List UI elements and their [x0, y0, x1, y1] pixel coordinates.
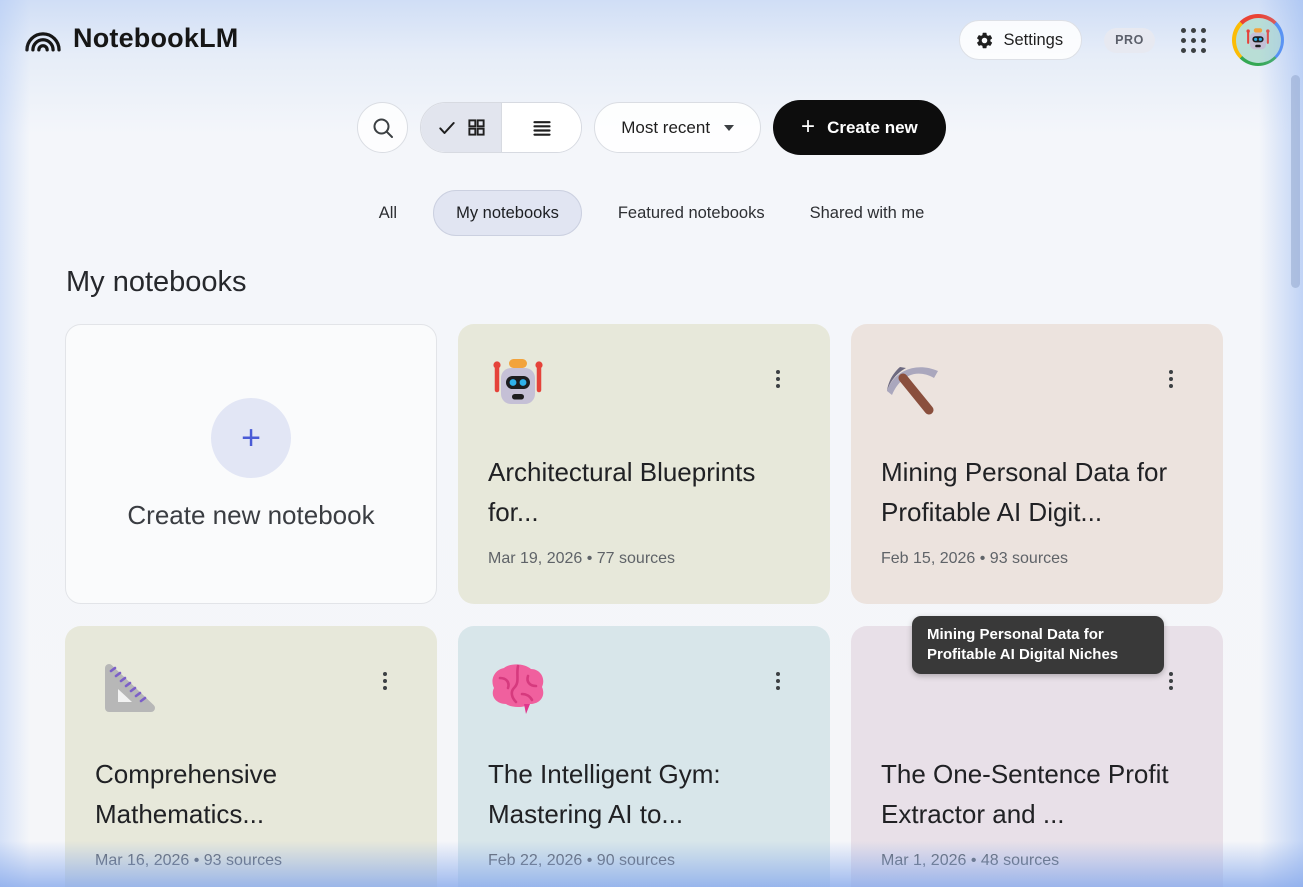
top-bar: NotebookLM Settings PRO — [0, 0, 1303, 80]
brain-icon — [486, 654, 550, 718]
more-options-icon[interactable] — [1161, 366, 1181, 392]
caret-down-icon — [724, 125, 734, 131]
list-view-icon — [532, 118, 552, 138]
sort-selected-value: Most recent — [621, 118, 710, 138]
notebook-title: Mining Personal Data for Profitable AI D… — [881, 452, 1197, 532]
notebook-title: The One-Sentence Profit Extractor and ..… — [881, 754, 1197, 834]
filter-tab-label: My notebooks — [456, 204, 559, 223]
notebook-card[interactable]: The Intelligent Gym: Mastering AI to... … — [458, 626, 830, 887]
view-toggle — [420, 102, 582, 153]
sort-dropdown[interactable]: Most recent — [594, 102, 761, 153]
create-new-label: Create new — [827, 118, 918, 138]
filter-tab-my-notebooks[interactable]: My notebooks — [433, 190, 582, 236]
brand[interactable]: NotebookLM — [24, 21, 238, 55]
notebook-meta: Mar 19, 2026 • 77 sources — [488, 550, 675, 568]
create-new-notebook-card[interactable]: + Create new notebook — [65, 324, 437, 604]
plus-circle: + — [211, 398, 291, 478]
create-notebook-label: Create new notebook — [127, 500, 374, 531]
app-title: NotebookLM — [73, 23, 238, 54]
filter-tab-shared-with-me[interactable]: Shared with me — [801, 190, 934, 236]
filter-tab-all[interactable]: All — [370, 190, 406, 236]
gear-icon — [975, 31, 994, 50]
scrollbar-thumb[interactable] — [1291, 75, 1300, 288]
triangle-ruler-icon — [93, 654, 157, 718]
section-title: My notebooks — [66, 266, 247, 299]
notebook-meta: Mar 1, 2026 • 48 sources — [881, 852, 1059, 870]
list-view-option[interactable] — [501, 103, 581, 152]
notebook-meta: Feb 15, 2026 • 93 sources — [881, 550, 1068, 568]
notebook-meta: Feb 22, 2026 • 90 sources — [488, 852, 675, 870]
grid-view-icon — [467, 118, 486, 137]
checkmark-icon — [437, 118, 457, 138]
grid-view-option[interactable] — [421, 103, 501, 152]
notebook-meta: Mar 16, 2026 • 93 sources — [95, 852, 282, 870]
create-new-button[interactable]: + Create new — [773, 100, 946, 155]
notebook-card[interactable]: Comprehensive Mathematics... Mar 16, 202… — [65, 626, 437, 887]
settings-label: Settings — [1003, 31, 1063, 50]
filter-tab-featured-notebooks[interactable]: Featured notebooks — [609, 190, 774, 236]
avatar[interactable] — [1232, 14, 1284, 66]
notebook-card[interactable]: Architectural Blueprints for... Mar 19, … — [458, 324, 830, 604]
notebook-title: The Intelligent Gym: Mastering AI to... — [488, 754, 804, 834]
toolbar: Most recent + Create new — [0, 100, 1303, 155]
more-options-icon[interactable] — [375, 668, 395, 694]
notebook-card[interactable]: Mining Personal Data for Profitable AI D… — [851, 324, 1223, 604]
settings-button[interactable]: Settings — [959, 20, 1082, 60]
notebooklm-logo-icon — [24, 21, 62, 55]
notebook-title: Comprehensive Mathematics... — [95, 754, 411, 834]
filter-tab-label: Featured notebooks — [618, 204, 765, 223]
filter-tab-label: Shared with me — [810, 204, 925, 223]
notebook-filter-tabs: All My notebooks Featured notebooks Shar… — [0, 190, 1303, 236]
filter-tab-label: All — [379, 204, 397, 223]
notebooks-grid: + Create new notebook Architectural Blue… — [65, 324, 1223, 887]
more-options-icon[interactable] — [1161, 668, 1181, 694]
notebook-title: Architectural Blueprints for... — [488, 452, 804, 532]
more-options-icon[interactable] — [768, 668, 788, 694]
search-button[interactable] — [357, 102, 408, 153]
pro-badge: PRO — [1104, 28, 1155, 53]
pickaxe-icon — [879, 352, 943, 416]
avatar-robot-image — [1236, 18, 1281, 63]
top-bar-right: Settings PRO — [959, 14, 1284, 66]
tooltip: Mining Personal Data for Profitable AI D… — [912, 616, 1164, 674]
notebooklm-page: NotebookLM Settings PRO — [0, 0, 1303, 887]
more-options-icon[interactable] — [768, 366, 788, 392]
apps-grid-icon[interactable] — [1177, 24, 1210, 57]
search-icon — [371, 116, 395, 140]
robot-icon — [486, 352, 550, 416]
